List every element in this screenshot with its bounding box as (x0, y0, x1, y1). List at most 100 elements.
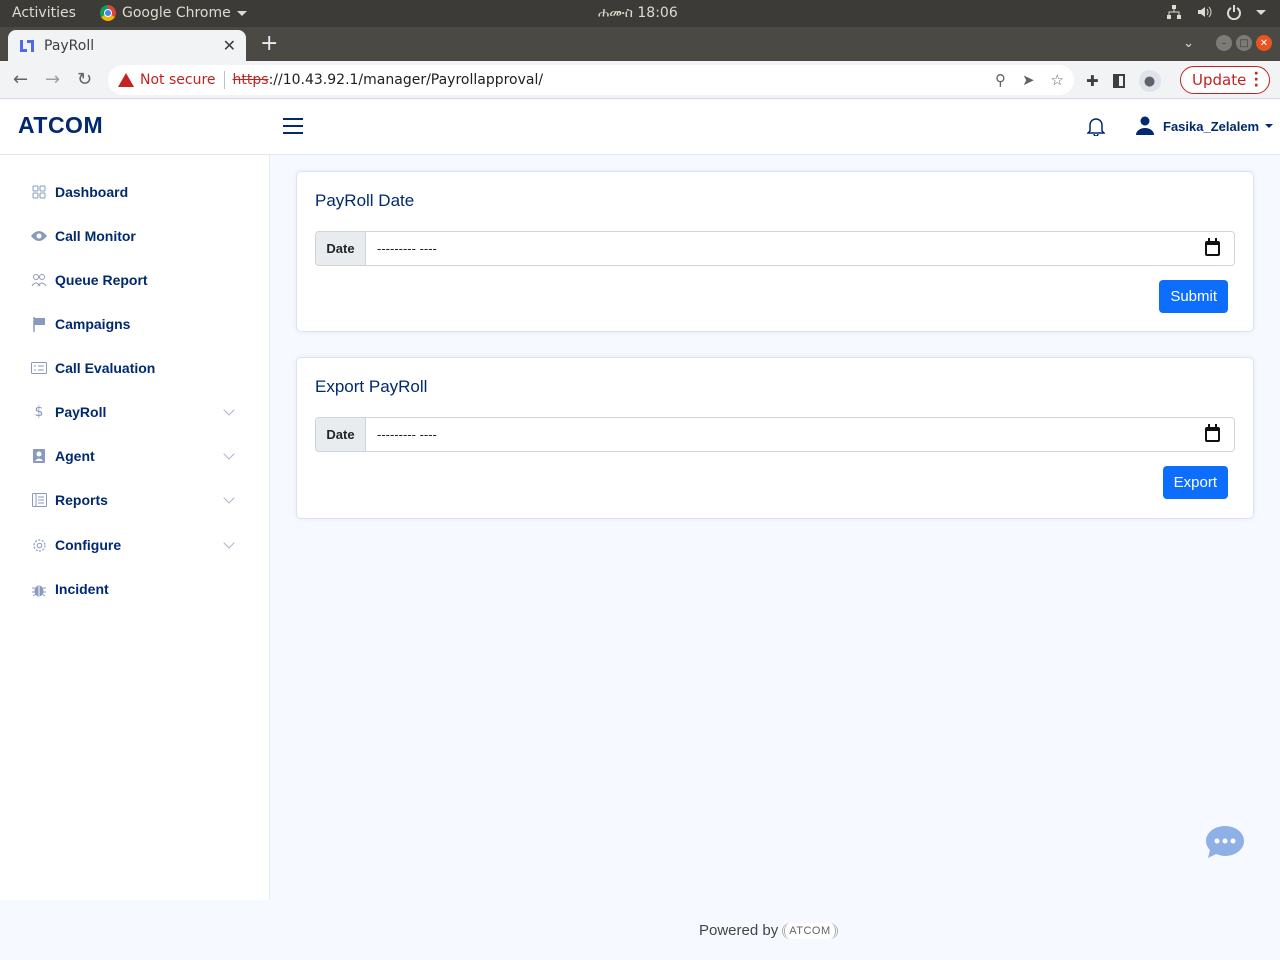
new-tab-button[interactable]: + (260, 31, 278, 56)
sidebar-item-label: Call Monitor (55, 228, 136, 244)
power-icon (1227, 5, 1241, 20)
sidebar-item-label: PayRoll (55, 404, 107, 420)
footer: Powered by ATCOM (699, 922, 838, 939)
grid-icon (30, 184, 48, 200)
sidebar-item-reports[interactable]: Reports (30, 485, 245, 515)
security-label: Not secure (140, 72, 216, 88)
extension-icons: ✚ ● (1086, 70, 1161, 92)
chat-bubble-icon[interactable] (1205, 824, 1245, 860)
favicon-icon (20, 39, 34, 52)
layout-text-icon (30, 492, 48, 508)
maximize-button[interactable]: □ (1236, 35, 1252, 51)
gear-icon (30, 537, 48, 553)
more-menu-icon: · · · (1253, 66, 1259, 94)
chevron-down-icon (223, 537, 235, 549)
tab-strip: PayRoll ✕ + ⌄ – □ ✕ (0, 27, 1280, 61)
omnibox-icons: ⚲ ➤ ☆ (995, 71, 1064, 89)
date-label: Date (316, 232, 366, 265)
url-text: ://10.43.92.1/manager/Payrollapproval/ (268, 72, 544, 88)
logo[interactable]: ATCOM (18, 112, 103, 139)
chevron-down-icon (223, 492, 235, 504)
people-icon (30, 272, 48, 288)
date-label: Date (316, 418, 366, 451)
sidebar-item-agent[interactable]: Agent (30, 441, 245, 471)
chevron-down-icon (223, 404, 235, 416)
os-top-bar: Activities Google Chrome ሐሙስ 18:06 (0, 0, 1280, 27)
app-header: ATCOM Fasika_Zelalem (0, 100, 1280, 155)
caret-down-icon (236, 10, 247, 16)
sidebar-item-label: Call Evaluation (55, 360, 156, 376)
username: Fasika_Zelalem (1163, 118, 1260, 134)
tab-payroll[interactable]: PayRoll ✕ (8, 30, 246, 61)
update-button[interactable]: Update · · · (1180, 66, 1270, 94)
payroll-date-card: PayRoll Date Date --------- ---- Submit (296, 171, 1254, 332)
window-controls: ⌄ – □ ✕ (1183, 35, 1272, 51)
address-bar[interactable]: Not secure https://10.43.92.1/manager/Pa… (108, 65, 1074, 95)
calendar-icon[interactable] (1205, 424, 1220, 442)
powered-by-text: Powered by (699, 922, 779, 939)
star-icon[interactable]: ☆ (1051, 71, 1064, 89)
menu-toggle-icon[interactable] (283, 118, 303, 136)
back-button[interactable]: ← (13, 69, 28, 90)
sidebar-item-configure[interactable]: Configure (30, 530, 245, 560)
card-title: PayRoll Date (315, 191, 415, 210)
notification-bell-icon[interactable] (1087, 116, 1105, 136)
reload-button[interactable]: ↻ (77, 69, 92, 90)
export-date-input[interactable]: --------- ---- (366, 418, 1234, 451)
send-icon[interactable]: ➤ (1022, 71, 1035, 89)
sidebar: Dashboard Call Monitor Queue Report Camp… (0, 155, 270, 900)
sidebar-item-label: Queue Report (55, 272, 148, 288)
sidebar-item-dashboard[interactable]: Dashboard (30, 177, 245, 207)
forward-button[interactable]: → (45, 69, 60, 90)
sidebar-item-label: Campaigns (55, 316, 131, 332)
export-payroll-card: Export PayRoll Date --------- ---- Expor… (296, 357, 1254, 519)
sidebar-item-payroll[interactable]: $ PayRoll (30, 397, 245, 427)
sidebar-item-label: Dashboard (55, 184, 129, 200)
sidebar-item-queue-report[interactable]: Queue Report (30, 265, 245, 295)
bug-icon (30, 581, 48, 597)
caret-down-icon (1265, 124, 1274, 128)
sidebar-item-call-evaluation[interactable]: Call Evaluation (30, 353, 245, 383)
sidebar-item-label: Reports (55, 492, 108, 508)
close-tab-icon[interactable]: ✕ (223, 36, 236, 55)
export-button[interactable]: Export (1162, 466, 1228, 499)
browser-profile-icon[interactable]: ● (1138, 70, 1161, 92)
sidebar-item-call-monitor[interactable]: Call Monitor (30, 221, 245, 251)
omnibox-separator (223, 71, 225, 89)
side-panel-icon[interactable] (1112, 74, 1125, 88)
user-profile-dropdown[interactable]: Fasika_Zelalem (1135, 116, 1274, 136)
sidebar-item-campaigns[interactable]: Campaigns (30, 309, 245, 339)
submit-button[interactable]: Submit (1159, 280, 1228, 313)
activities-button[interactable]: Activities (12, 5, 76, 21)
security-indicator[interactable]: Not secure (118, 72, 216, 88)
user-icon (1136, 116, 1154, 135)
tab-title: PayRoll (44, 37, 95, 54)
chevron-down-icon (223, 448, 235, 460)
payroll-date-input[interactable]: --------- ---- (366, 232, 1234, 265)
date-value: --------- ---- (377, 427, 437, 442)
payroll-date-input-group: Date --------- ---- (315, 231, 1235, 266)
tab-search-icon[interactable]: ⌄ (1183, 36, 1194, 51)
close-window-button[interactable]: ✕ (1256, 35, 1272, 51)
extensions-puzzle-icon[interactable]: ✚ (1086, 72, 1099, 90)
calendar-icon[interactable] (1205, 238, 1220, 256)
url-scheme: https (232, 72, 269, 88)
card-checklist-icon (30, 360, 48, 376)
volume-icon (1198, 6, 1212, 18)
zoom-out-icon[interactable]: ⚲ (995, 71, 1006, 89)
sidebar-item-incident[interactable]: Incident (30, 574, 245, 604)
clock[interactable]: ሐሙስ 18:06 (598, 5, 678, 21)
footer-brand-logo: ATCOM (782, 922, 838, 939)
minimize-button[interactable]: – (1216, 35, 1232, 51)
sidebar-item-label: Configure (55, 537, 122, 553)
app-name: Google Chrome (122, 5, 231, 21)
sidebar-item-label: Incident (55, 581, 109, 597)
dollar-icon: $ (34, 404, 44, 420)
app-menu[interactable]: Google Chrome (100, 5, 247, 21)
warning-icon (118, 73, 134, 87)
system-tray[interactable] (1166, 4, 1266, 20)
person-badge-icon (30, 448, 48, 464)
flag-icon (30, 316, 48, 332)
card-title: Export PayRoll (315, 377, 428, 396)
eye-icon (30, 228, 48, 244)
